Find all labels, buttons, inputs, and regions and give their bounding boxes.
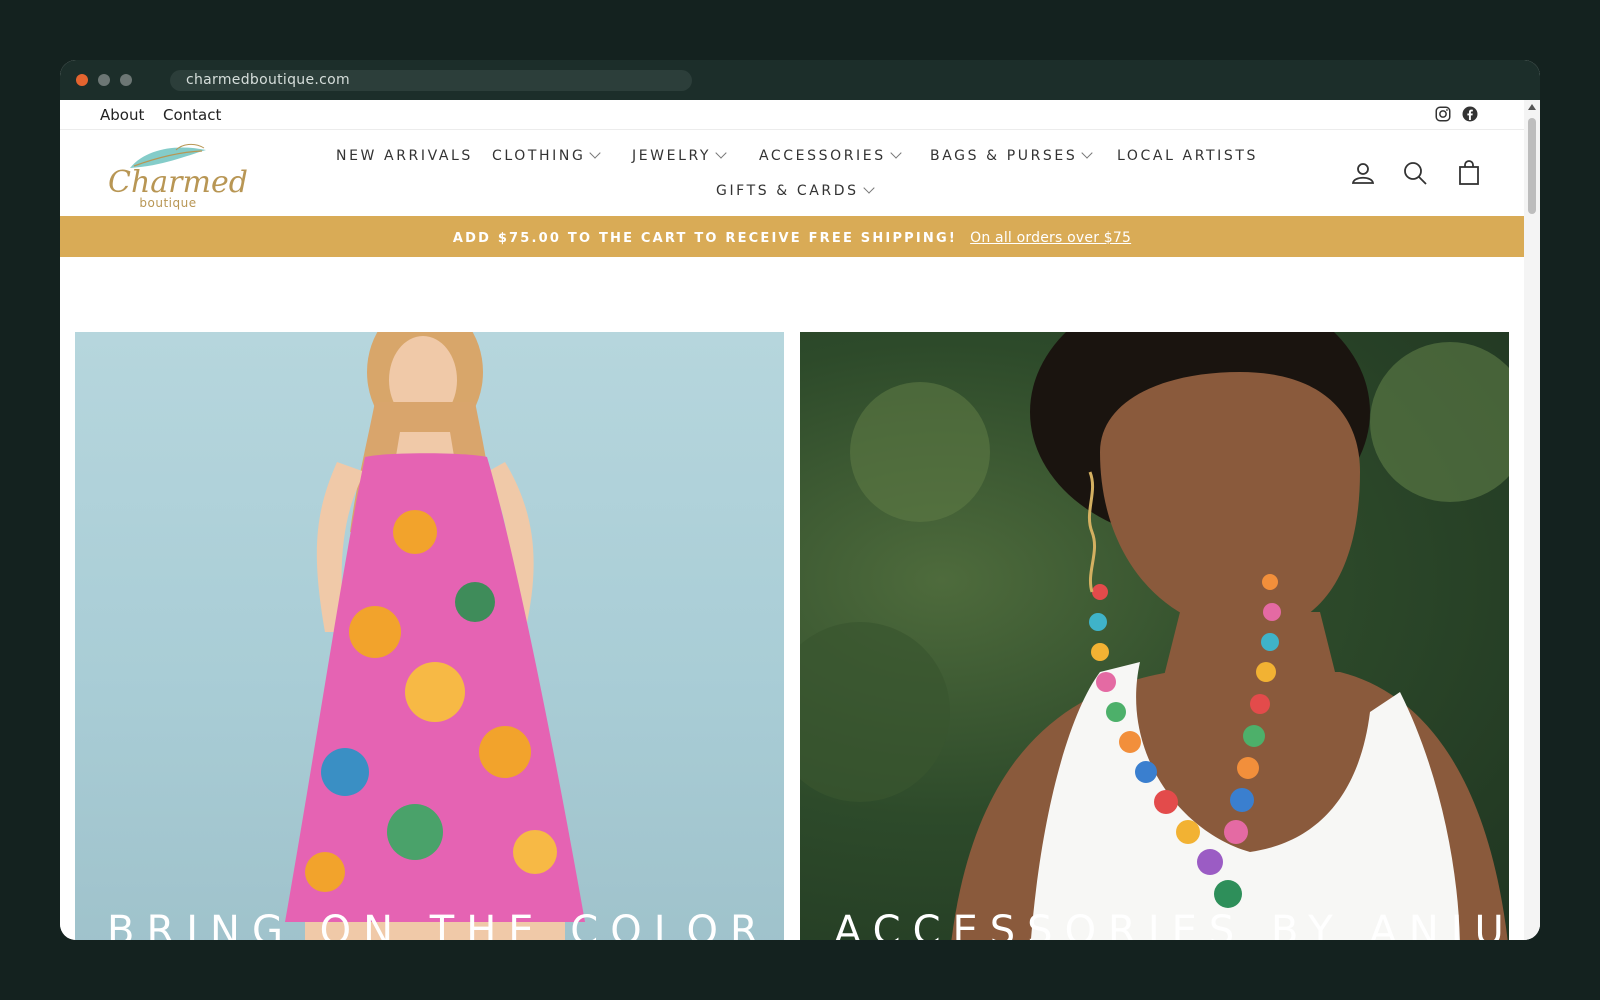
collection-tile-anju[interactable]: ACCESSORIES BY ANJU [800,332,1509,940]
instagram-icon[interactable] [1434,105,1452,123]
browser-window: charmedboutique.com About Contact Charme… [60,60,1540,940]
tile-caption: BRING ON THE COLOR [107,908,770,940]
nav-local-artists[interactable]: LOCAL ARTISTS [1117,148,1258,164]
nav-clothing[interactable]: CLOTHING [492,147,602,164]
nav-label: LOCAL ARTISTS [1117,148,1259,164]
search-icon[interactable] [1402,160,1428,186]
account-icon[interactable] [1350,160,1376,186]
scroll-thumb[interactable] [1528,118,1536,214]
chevron-down-icon [890,147,902,159]
page-scrollbar[interactable] [1524,100,1540,940]
utility-bar: About Contact [60,100,1524,130]
chevron-down-icon [715,147,727,159]
nav-label: BAGS & PURSES [930,148,1078,164]
nav-label: NEW ARRIVALS [336,148,473,164]
nav-label: GIFTS & CARDS [716,183,859,199]
about-link[interactable]: About [100,106,144,124]
chevron-down-icon [862,182,875,194]
tile-caption: ACCESSORIES BY ANJU [834,908,1509,940]
nav-label: JEWELRY [632,148,712,164]
nav-new-arrivals[interactable]: NEW ARRIVALS [336,148,473,164]
close-window-button[interactable] [76,74,88,86]
minimize-window-button[interactable] [98,74,110,86]
necklace-model-image [800,332,1509,940]
cart-icon[interactable] [1456,160,1482,186]
chevron-down-icon [589,147,602,159]
facebook-icon[interactable] [1461,105,1479,123]
promo-message: ADD $75.00 TO THE CART TO RECEIVE FREE S… [452,231,958,246]
promo-link[interactable]: On all orders over $75 [970,230,1131,246]
page-viewport: About Contact Charmed boutique NEW ARRIV… [60,100,1540,940]
dress-model-image [285,332,585,940]
scroll-up-arrow-icon[interactable] [1528,104,1536,110]
nav-jewelry[interactable]: JEWELRY [632,147,727,164]
nav-gifts-cards[interactable]: GIFTS & CARDS [716,182,875,199]
shipping-promo-bar: ADD $75.00 TO THE CART TO RECEIVE FREE S… [60,216,1524,257]
maximize-window-button[interactable] [120,74,132,86]
nav-bags-purses[interactable]: BAGS & PURSES [930,147,1093,164]
chevron-down-icon [1081,147,1093,159]
browser-chrome: charmedboutique.com [60,60,1540,100]
address-bar[interactable]: charmedboutique.com [170,70,692,91]
main-navigation: NEW ARRIVALS CLOTHING JEWELRY ACCESSORIE… [60,130,1524,216]
site-header: Charmed boutique NEW ARRIVALS CLOTHING J… [60,130,1524,216]
contact-link[interactable]: Contact [163,106,221,124]
nav-accessories[interactable]: ACCESSORIES [759,147,902,164]
nav-label: CLOTHING [492,148,586,164]
nav-label: ACCESSORIES [759,148,886,164]
collection-tile-color[interactable]: BRING ON THE COLOR [75,332,784,940]
